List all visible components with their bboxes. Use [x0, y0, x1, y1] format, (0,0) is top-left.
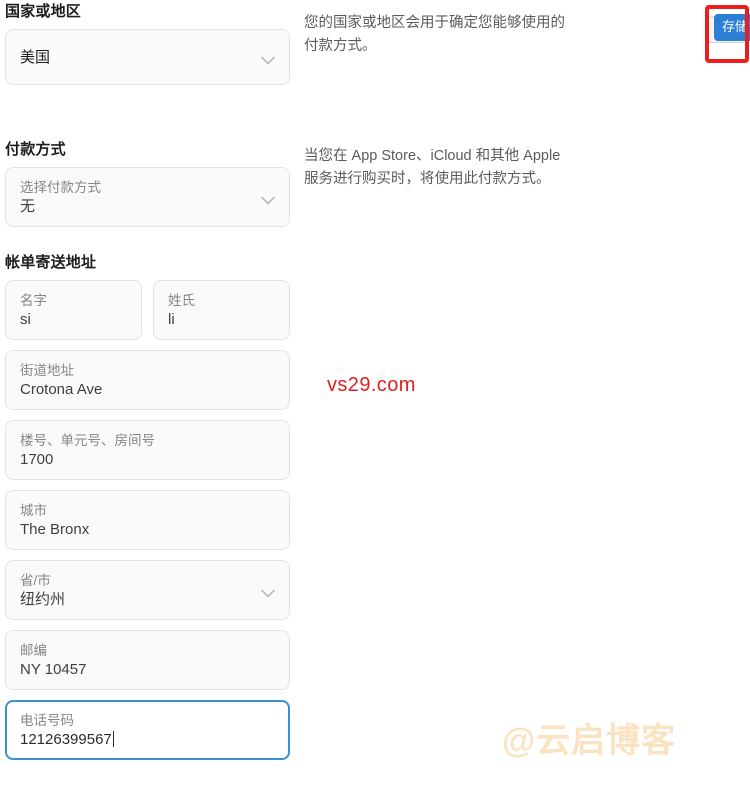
watermark-blog: @云启博客	[502, 722, 677, 760]
street-address-value: Crotona Ave	[20, 381, 103, 398]
name-row: 名字 si 姓氏 li	[5, 280, 290, 350]
phone-value: 12126399567	[20, 731, 112, 748]
zip-value: NY 10457	[20, 661, 87, 678]
payment-help-text: 当您在 App Store、iCloud 和其他 Apple 服务进行购买时，将…	[304, 148, 561, 187]
city-label: 城市	[20, 503, 47, 518]
last-name-value: li	[168, 311, 175, 328]
zip-field[interactable]: 邮编 NY 10457	[5, 630, 290, 690]
payment-method-label: 选择付款方式	[20, 180, 101, 195]
last-name-label: 姓氏	[168, 293, 195, 308]
payment-section-title: 付款方式	[5, 141, 66, 158]
first-name-field[interactable]: 名字 si	[5, 280, 142, 340]
phone-label: 电话号码	[20, 713, 74, 728]
street-address-label: 街道地址	[20, 363, 74, 378]
payment-method-select[interactable]: 选择付款方式 无	[5, 167, 290, 227]
billing-section-title: 帐单寄送地址	[5, 254, 97, 271]
phone-value-row: 12126399567	[20, 730, 275, 749]
state-value: 纽约州	[20, 591, 66, 608]
state-select[interactable]: 省/市 纽约州	[5, 560, 290, 620]
apartment-label: 楼号、单元号、房间号	[20, 433, 155, 448]
apartment-value: 1700	[20, 451, 54, 468]
country-section-title: 国家或地区	[5, 3, 82, 20]
street-address-field[interactable]: 街道地址 Crotona Ave	[5, 350, 290, 410]
apartment-field[interactable]: 楼号、单元号、房间号 1700	[5, 420, 290, 480]
country-payment-spacer	[5, 95, 290, 138]
zip-label: 邮编	[20, 643, 47, 658]
save-button[interactable]: 存储	[713, 14, 750, 41]
city-field[interactable]: 城市 The Bronx	[5, 490, 290, 550]
city-value: The Bronx	[20, 521, 90, 538]
settings-page: 国家或地区 美国 付款方式 选择付款方式 无 帐单寄送地址 名字 si 姓氏 l…	[0, 0, 750, 787]
state-label: 省/市	[20, 573, 51, 588]
watermark-vs29: vs29.com	[327, 374, 416, 396]
first-name-value: si	[20, 311, 31, 328]
first-name-label: 名字	[20, 293, 47, 308]
form-column: 国家或地区 美国 付款方式 选择付款方式 无 帐单寄送地址 名字 si 姓氏 l…	[5, 0, 290, 770]
country-help-text: 您的国家或地区会用于确定您能够使用的付款方式。	[304, 15, 565, 54]
last-name-field[interactable]: 姓氏 li	[153, 280, 290, 340]
country-select-value: 美国	[20, 49, 51, 66]
phone-field[interactable]: 电话号码 12126399567	[5, 700, 290, 760]
save-button-wrapper: 存储	[713, 14, 750, 41]
payment-method-value: 无	[20, 198, 36, 215]
country-select[interactable]: 美国	[5, 29, 290, 85]
text-caret	[112, 731, 114, 747]
payment-billing-spacer	[5, 237, 290, 251]
